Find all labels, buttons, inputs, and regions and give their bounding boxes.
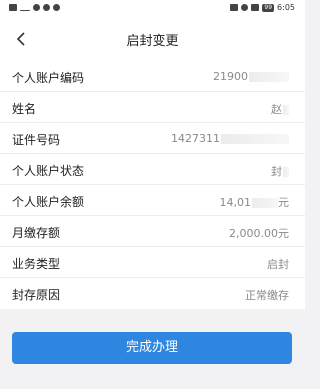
account-code-value: 21900 xyxy=(213,70,248,83)
action-area: 完成办理 xyxy=(0,322,305,389)
redaction-mask xyxy=(252,198,278,208)
page-title: 启封变更 xyxy=(126,34,179,49)
notification-icon xyxy=(9,3,17,11)
seal-reason-value: 正常缴存 xyxy=(245,289,289,302)
monthly-deposit-value: 2,000.00元 xyxy=(229,227,289,240)
row-value: 封 xyxy=(271,163,289,179)
status-time: 6:05 xyxy=(277,3,295,12)
row-account-balance: 个人账户余额 14,01 元 xyxy=(0,185,305,216)
app-icon-2 xyxy=(53,3,60,11)
redaction-mask xyxy=(221,134,289,144)
status-bar: 99 6:05 xyxy=(0,0,305,17)
battery-indicator: 99 xyxy=(262,3,275,12)
redaction-mask xyxy=(249,72,289,82)
row-id-number: 证件号码 1427311 xyxy=(0,123,305,154)
row-value: 赵 xyxy=(271,101,289,117)
nav-bar: 启封变更 xyxy=(0,17,305,61)
screen: 99 6:05 启封变更 个人账户编码 21900 姓名 赵 证件号码 1427… xyxy=(0,0,305,389)
name-value: 赵 xyxy=(271,103,282,116)
row-name: 姓名 赵 xyxy=(0,92,305,123)
row-label: 证件号码 xyxy=(12,133,61,147)
business-type-value: 启封 xyxy=(267,258,289,271)
row-value: 1427311 xyxy=(171,132,289,145)
row-label: 封存原因 xyxy=(12,288,61,302)
info-list: 个人账户编码 21900 姓名 赵 证件号码 1427311 个人账户状态 封 … xyxy=(0,61,305,309)
status-right: 99 6:05 xyxy=(230,3,295,12)
bluetooth-icon xyxy=(251,4,260,11)
account-balance-value: 14,01 xyxy=(219,196,252,209)
signal-icon xyxy=(20,3,30,11)
redaction-mask xyxy=(283,105,289,115)
row-label: 个人账户编码 xyxy=(12,71,85,85)
row-account-status: 个人账户状态 封 xyxy=(0,154,305,185)
row-business-type: 业务类型 启封 xyxy=(0,247,305,278)
wifi-icon xyxy=(33,3,40,11)
row-value: 14,01 元 xyxy=(220,194,290,210)
balance-unit: 元 xyxy=(278,196,289,209)
row-monthly-deposit: 月缴存额 2,000.00元 xyxy=(0,216,305,247)
row-label: 姓名 xyxy=(12,102,37,116)
nfc-icon xyxy=(230,4,239,11)
row-label: 个人账户状态 xyxy=(12,164,85,178)
row-label: 月缴存额 xyxy=(12,226,61,240)
row-label: 个人账户余额 xyxy=(12,195,85,209)
complete-button[interactable]: 完成办理 xyxy=(12,332,292,364)
redaction-mask xyxy=(283,167,289,177)
row-value: 21900 xyxy=(213,70,289,83)
account-status-value: 封 xyxy=(271,165,282,178)
row-seal-reason: 封存原因 正常缴存 xyxy=(0,278,305,309)
vibrate-icon xyxy=(241,4,249,11)
row-account-code: 个人账户编码 21900 xyxy=(0,61,305,92)
id-number-value: 1427311 xyxy=(171,132,220,145)
app-icon xyxy=(43,3,50,11)
status-left xyxy=(9,3,60,11)
row-label: 业务类型 xyxy=(12,257,61,271)
